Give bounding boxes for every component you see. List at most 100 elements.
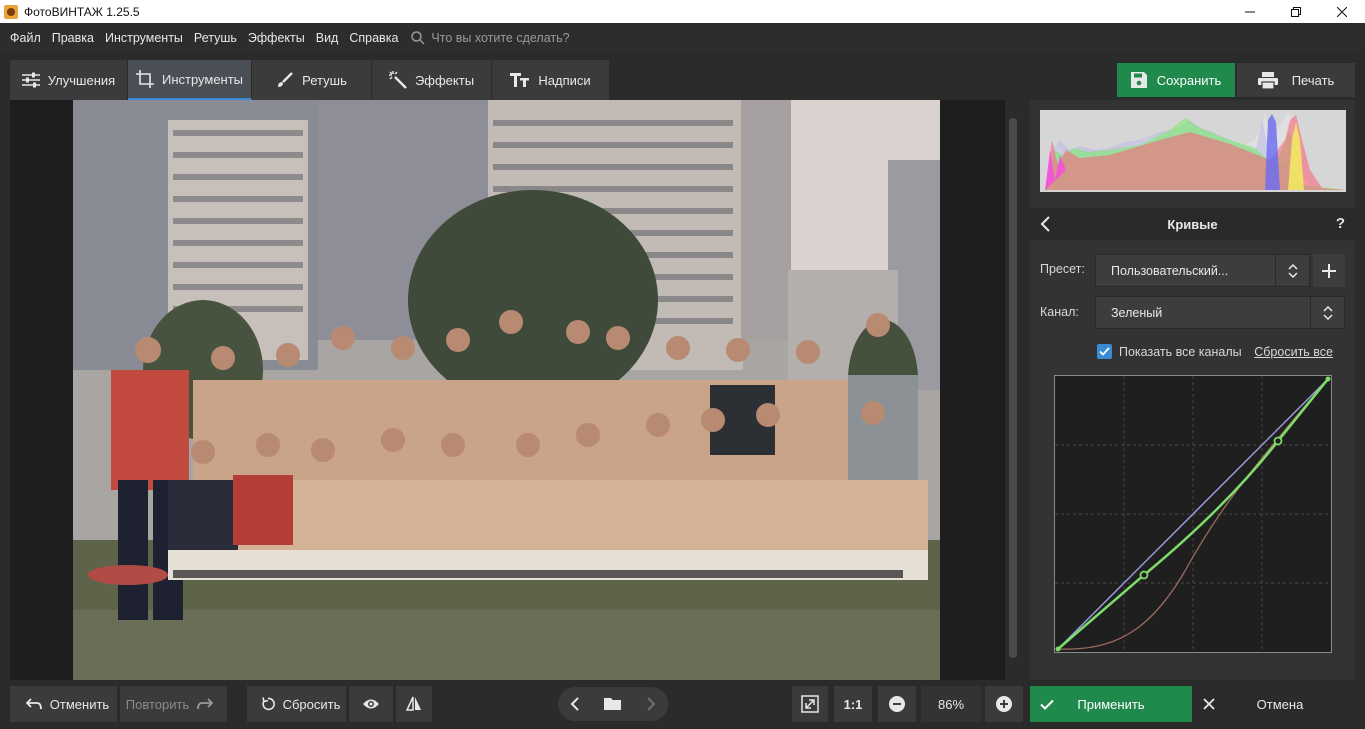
preset-value: Пользовательский... bbox=[1111, 263, 1229, 278]
curve-point[interactable] bbox=[1325, 376, 1331, 382]
tab-enhance[interactable]: Улучшения bbox=[10, 60, 128, 100]
curves-panel: Кривые ? Пресет: Пользовательский... Кан… bbox=[1030, 100, 1355, 680]
channel-select[interactable]: Зеленый bbox=[1095, 296, 1345, 329]
undo-icon bbox=[25, 698, 42, 710]
zoom-in-icon bbox=[996, 696, 1012, 712]
close-icon bbox=[1203, 698, 1215, 710]
curve-point[interactable] bbox=[1139, 570, 1149, 580]
fit-screen-icon bbox=[801, 695, 819, 713]
redo-button[interactable]: Повторить bbox=[120, 686, 227, 722]
undo-label: Отменить bbox=[49, 696, 110, 712]
tab-text-label: Надписи bbox=[538, 72, 591, 88]
redo-label: Повторить bbox=[125, 696, 190, 712]
search-placeholder: Что вы хотите сделать? bbox=[431, 30, 570, 45]
plus-icon bbox=[1322, 263, 1336, 278]
file-actions: Сохранить Печать bbox=[1117, 63, 1355, 97]
back-arrow-icon[interactable] bbox=[1040, 216, 1052, 232]
tab-enhance-label: Улучшения bbox=[47, 72, 116, 88]
undo-button[interactable]: Отменить bbox=[10, 686, 117, 722]
updown-arrows-icon bbox=[1275, 255, 1309, 286]
main-tabs: Улучшения Инструменты Ретушь Эффекты Над… bbox=[10, 60, 610, 100]
text-icon bbox=[510, 73, 530, 87]
fit-to-screen-button[interactable] bbox=[792, 686, 828, 722]
preset-label: Пресет: bbox=[1040, 262, 1085, 276]
cancel-button[interactable]: Отмена bbox=[1193, 686, 1355, 722]
cancel-label: Отмена bbox=[1256, 696, 1304, 712]
reset-button[interactable]: Сбросить bbox=[247, 686, 346, 722]
menu-edit[interactable]: Правка bbox=[46, 31, 99, 45]
tab-retouch-label: Ретушь bbox=[302, 72, 347, 88]
close-icon[interactable] bbox=[1319, 0, 1365, 23]
crop-icon bbox=[135, 70, 154, 88]
minimize-icon[interactable] bbox=[1227, 0, 1273, 23]
zoom-in-button[interactable] bbox=[985, 686, 1023, 722]
print-button[interactable]: Печать bbox=[1237, 63, 1355, 97]
updown-arrows-icon bbox=[1310, 297, 1344, 328]
search-icon bbox=[411, 30, 425, 45]
menu-help[interactable]: Справка bbox=[343, 31, 403, 45]
redo-icon bbox=[197, 698, 214, 710]
reset-icon bbox=[261, 697, 275, 711]
apply-label: Применить bbox=[1077, 696, 1145, 712]
curve-point[interactable] bbox=[1273, 436, 1283, 446]
tab-effects[interactable]: Эффекты bbox=[372, 60, 492, 100]
prev-photo-icon[interactable] bbox=[570, 697, 580, 711]
title-bar: ФотоВИНТАЖ 1.25.5 bbox=[0, 0, 1365, 23]
print-label: Печать bbox=[1291, 72, 1335, 88]
help-icon[interactable]: ? bbox=[1336, 215, 1345, 232]
menu-view[interactable]: Вид bbox=[310, 31, 344, 45]
folder-icon[interactable] bbox=[604, 697, 622, 711]
menu-effects[interactable]: Эффекты bbox=[242, 31, 310, 45]
panel-title: Кривые bbox=[1167, 216, 1218, 232]
brush-icon bbox=[278, 72, 293, 87]
zoom-value[interactable]: 86% bbox=[921, 686, 981, 722]
checkmark-icon bbox=[1040, 699, 1054, 710]
show-all-channels-label: Показать все каналы bbox=[1119, 344, 1242, 359]
save-label: Сохранить bbox=[1156, 72, 1222, 88]
preset-select[interactable]: Пользовательский... bbox=[1095, 254, 1310, 287]
app-logo-icon bbox=[4, 4, 18, 19]
panel-header: Кривые ? bbox=[1030, 208, 1355, 240]
curve-point[interactable] bbox=[1055, 646, 1061, 652]
show-all-channels-checkbox[interactable] bbox=[1097, 344, 1112, 359]
tab-tools[interactable]: Инструменты bbox=[128, 60, 252, 100]
magic-wand-icon bbox=[388, 71, 407, 89]
photo-navigation bbox=[558, 687, 668, 721]
checkmark-icon bbox=[1099, 347, 1110, 356]
menu-retouch[interactable]: Ретушь bbox=[188, 31, 242, 45]
tab-retouch[interactable]: Ретушь bbox=[252, 60, 372, 100]
sliders-icon bbox=[21, 72, 40, 88]
menu-file[interactable]: Файл bbox=[0, 31, 46, 45]
preview-toggle-button[interactable] bbox=[349, 686, 393, 722]
channel-label: Канал: bbox=[1040, 305, 1079, 319]
eye-icon bbox=[363, 699, 379, 709]
tab-effects-label: Эффекты bbox=[414, 72, 475, 88]
reset-all-link[interactable]: Сбросить все bbox=[1254, 345, 1333, 359]
compare-button[interactable] bbox=[396, 686, 432, 722]
add-preset-button[interactable] bbox=[1313, 254, 1345, 287]
maximize-icon[interactable] bbox=[1273, 0, 1319, 23]
save-button[interactable]: Сохранить bbox=[1117, 63, 1235, 97]
compare-icon bbox=[406, 696, 421, 711]
tab-tools-label: Инструменты bbox=[161, 71, 244, 87]
zoom-out-button[interactable] bbox=[878, 686, 916, 722]
histogram bbox=[1040, 110, 1346, 192]
next-photo-icon[interactable] bbox=[646, 697, 656, 711]
menu-bar: Файл Правка Инструменты Ретушь Эффекты В… bbox=[0, 23, 1365, 52]
scrollbar-thumb[interactable] bbox=[1009, 118, 1017, 658]
channel-value: Зеленый bbox=[1111, 305, 1163, 320]
photo-canvas[interactable] bbox=[10, 100, 1005, 680]
apply-button[interactable]: Применить bbox=[1030, 686, 1192, 722]
printer-icon bbox=[1257, 71, 1278, 89]
save-icon bbox=[1130, 72, 1147, 88]
tab-text[interactable]: Надписи bbox=[492, 60, 610, 100]
command-search[interactable]: Что вы хотите сделать? bbox=[411, 30, 570, 45]
reset-label: Сбросить bbox=[282, 696, 341, 712]
actual-size-button[interactable]: 1:1 bbox=[834, 686, 872, 722]
curves-editor[interactable] bbox=[1054, 375, 1332, 653]
canvas-scrollbar[interactable] bbox=[1005, 100, 1021, 680]
window-controls bbox=[1227, 0, 1365, 23]
menu-tools[interactable]: Инструменты bbox=[99, 31, 188, 45]
window-title: ФотоВИНТАЖ 1.25.5 bbox=[24, 4, 140, 19]
show-all-channels-toggle[interactable]: Показать все каналы bbox=[1097, 344, 1242, 359]
